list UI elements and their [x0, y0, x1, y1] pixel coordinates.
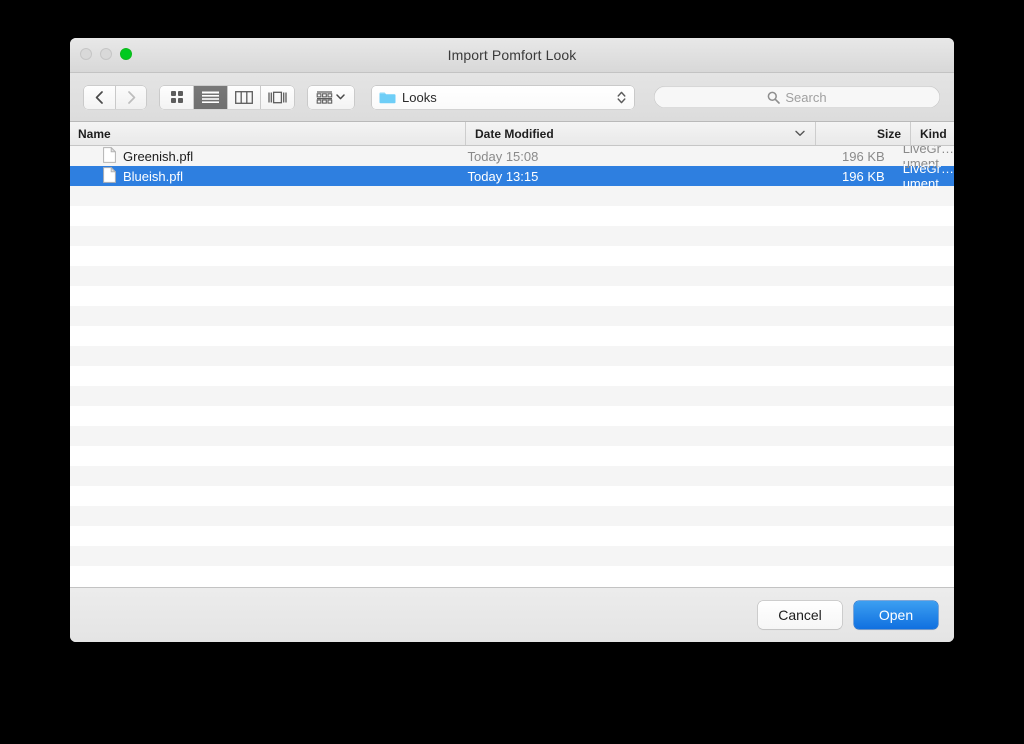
empty-row[interactable]: [70, 366, 954, 386]
navigation-buttons: [84, 85, 147, 109]
file-size-cell: 196 KB: [842, 168, 885, 184]
file-list[interactable]: Greenish.pfl Today 15:08 196 KB LiveGr…umen…: [70, 146, 954, 587]
arrange-by-button[interactable]: [307, 85, 354, 109]
empty-row[interactable]: [70, 286, 954, 306]
empty-row[interactable]: [70, 466, 954, 486]
file-name-cell: Greenish.pfl: [70, 146, 458, 166]
document-icon: [103, 146, 117, 163]
empty-row[interactable]: [70, 206, 954, 226]
open-button[interactable]: Open: [854, 601, 938, 629]
table-row[interactable]: Blueish.pfl Today 13:15 196 KB LiveGr…ument: [70, 161, 954, 191]
empty-row[interactable]: [70, 526, 954, 546]
view-mode-segmented-control: [160, 85, 294, 109]
empty-row[interactable]: [70, 326, 954, 346]
empty-row[interactable]: [70, 426, 954, 446]
column-header-date-label: Date Modified: [475, 126, 554, 141]
window-title: Import Pomfort Look: [447, 47, 577, 63]
file-name-label: Greenish.pfl: [123, 148, 194, 164]
arrange-group-icon: [317, 90, 333, 104]
file-name-cell: Blueish.pfl: [70, 165, 458, 186]
empty-row[interactable]: [70, 386, 954, 406]
column-header-row: Name Date Modified Size Kind: [70, 122, 954, 146]
search-placeholder: Search: [785, 89, 827, 105]
empty-row[interactable]: [70, 246, 954, 266]
file-kind-cell: LiveGr…ument: [902, 161, 954, 191]
file-name-label: Blueish.pfl: [123, 168, 183, 184]
empty-row[interactable]: [70, 306, 954, 326]
path-popup-button[interactable]: Looks: [372, 85, 634, 109]
empty-row[interactable]: [70, 346, 954, 366]
chevron-left-icon: [95, 90, 103, 104]
document-icon: [103, 165, 117, 186]
title-bar[interactable]: Import Pomfort Look: [70, 38, 954, 73]
document-icon: [103, 146, 117, 166]
chevron-right-icon: [127, 90, 135, 104]
back-button[interactable]: [84, 85, 116, 109]
column-view-button[interactable]: [227, 85, 262, 109]
chevron-down-icon: [336, 94, 346, 100]
empty-row[interactable]: [70, 186, 954, 206]
grid-icon: [170, 91, 183, 103]
columns-icon: [235, 90, 253, 104]
forward-button[interactable]: [115, 85, 147, 109]
search-field[interactable]: Search: [654, 86, 940, 108]
column-header-size[interactable]: Size: [815, 122, 910, 145]
empty-row[interactable]: [70, 266, 954, 286]
empty-row[interactable]: [70, 226, 954, 246]
sort-chevron-down-icon: [795, 130, 805, 137]
stepper-updown-icon: [617, 91, 626, 104]
path-popup-label: Looks: [402, 89, 437, 105]
column-header-kind-label: Kind: [920, 126, 947, 141]
column-header-kind[interactable]: Kind: [910, 122, 954, 145]
column-header-size-label: Size: [876, 126, 901, 141]
column-header-date-modified[interactable]: Date Modified: [465, 122, 815, 145]
file-open-dialog: Import Pomfort Look Looks Search Name Da…: [70, 38, 954, 642]
close-button[interactable]: [80, 48, 92, 60]
empty-row[interactable]: [70, 406, 954, 426]
empty-row[interactable]: [70, 566, 954, 586]
search-icon: [768, 91, 781, 104]
dialog-footer: Cancel Open: [70, 587, 954, 642]
zoom-button[interactable]: [120, 48, 132, 60]
file-size-cell: 196 KB: [842, 148, 885, 164]
column-header-name-label: Name: [78, 126, 111, 141]
folder-icon: [379, 91, 396, 104]
list-icon: [201, 91, 219, 103]
empty-row[interactable]: [70, 546, 954, 566]
search-container: Search: [654, 86, 940, 108]
file-date-cell: Today 13:15: [467, 168, 539, 184]
traffic-lights: [80, 48, 132, 60]
minimize-button[interactable]: [100, 48, 112, 60]
table-row[interactable]: Greenish.pfl Today 15:08 196 KB LiveGr…umen…: [70, 146, 954, 171]
document-icon: [103, 165, 117, 183]
toolbar: Looks Search: [70, 73, 954, 122]
gallery-icon: [268, 91, 287, 103]
file-date-cell: Today 15:08: [467, 148, 539, 164]
empty-row[interactable]: [70, 506, 954, 526]
icon-view-button[interactable]: [160, 85, 195, 109]
list-view-button[interactable]: [194, 85, 228, 109]
cancel-button[interactable]: Cancel: [758, 601, 842, 629]
empty-row[interactable]: [70, 486, 954, 506]
gallery-view-button[interactable]: [261, 85, 294, 109]
column-header-name[interactable]: Name: [70, 122, 465, 145]
empty-row[interactable]: [70, 446, 954, 466]
